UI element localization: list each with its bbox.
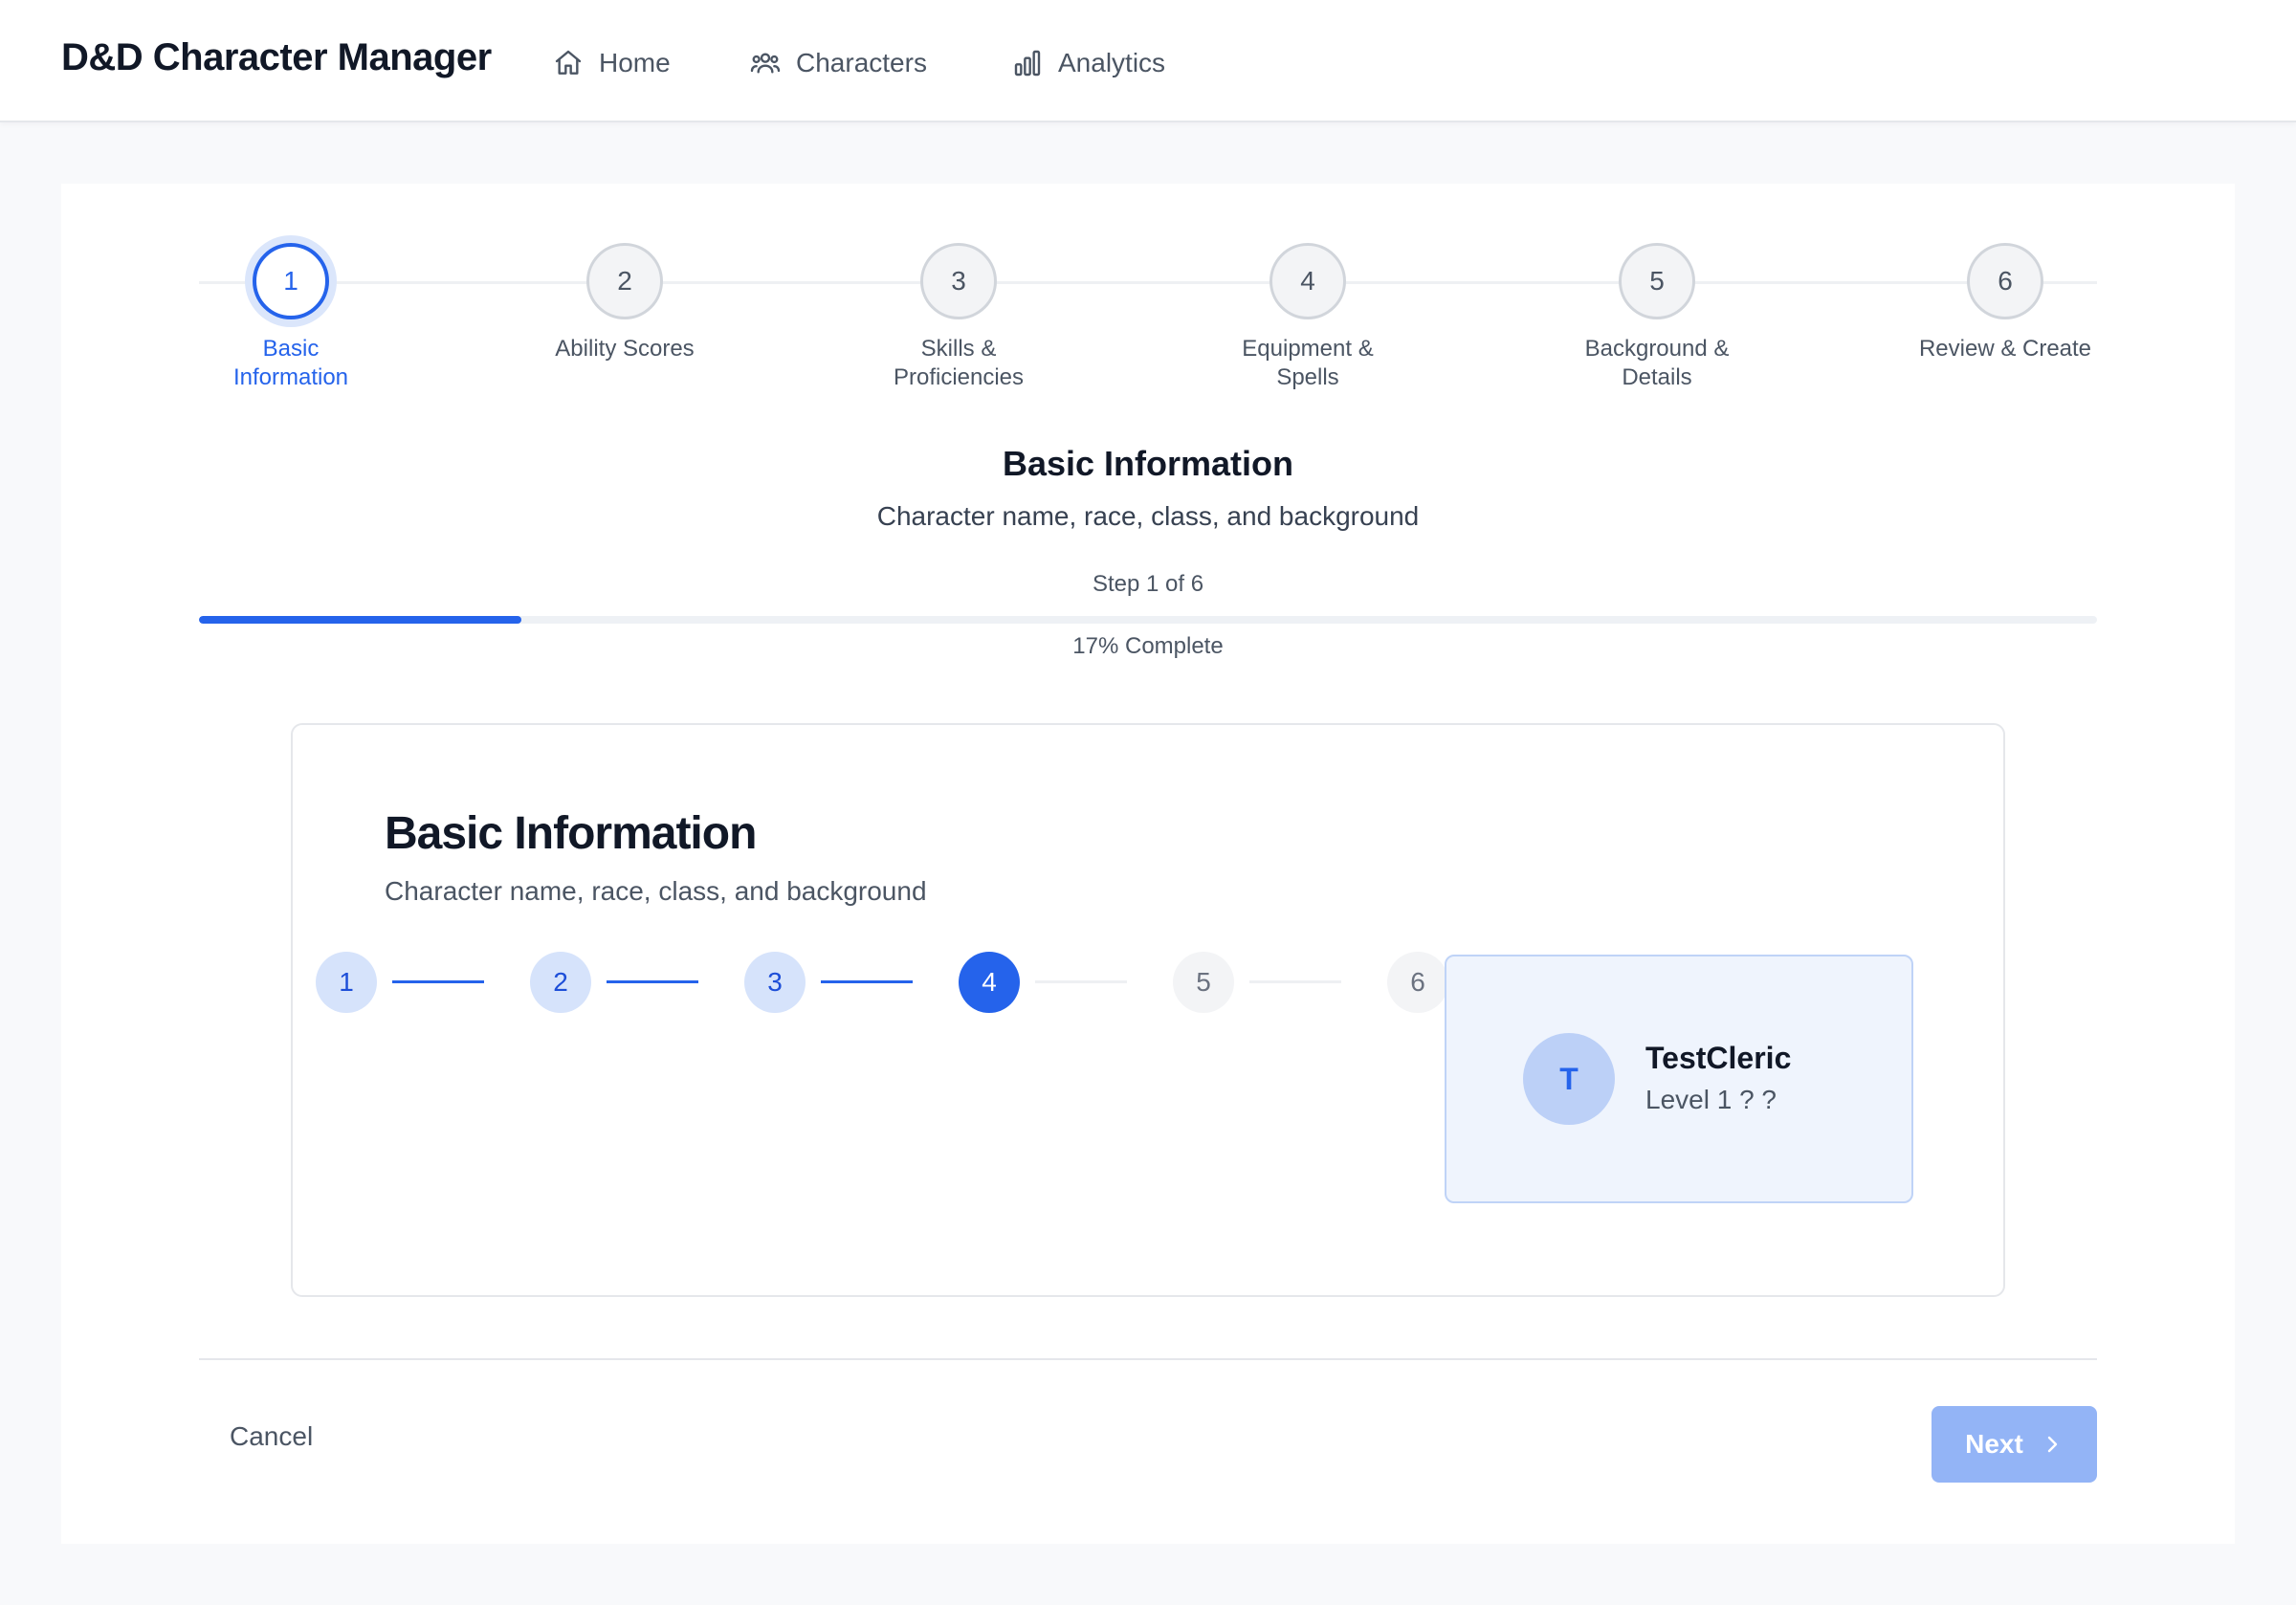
step-label: Equipment & Spells bbox=[1242, 336, 1374, 390]
mini-step-connector bbox=[1249, 980, 1341, 983]
chevron-right-icon bbox=[2047, 1436, 2058, 1453]
next-button[interactable]: Next bbox=[1932, 1406, 2097, 1483]
step-label: Review & Create bbox=[1918, 336, 2092, 362]
mini-step-connector bbox=[821, 980, 913, 983]
step-number: 3 bbox=[920, 243, 997, 319]
mini-step-5[interactable]: 5 bbox=[1173, 952, 1234, 1013]
home-icon bbox=[555, 50, 582, 75]
progress-bar bbox=[199, 616, 2097, 624]
wizard-step-skills-proficiencies[interactable]: 3 Skills & Proficiencies bbox=[844, 243, 1073, 392]
step-number: 1 bbox=[253, 243, 329, 319]
step-number: 5 bbox=[1619, 243, 1695, 319]
progress-bar-fill bbox=[199, 616, 522, 624]
nav-characters-link[interactable]: Characters bbox=[750, 42, 927, 84]
step-label: Ability Scores bbox=[555, 336, 695, 362]
nav-analytics-label: Analytics bbox=[1058, 48, 1166, 77]
step-label: Skills & Proficiencies bbox=[893, 336, 1025, 390]
cancel-button[interactable]: Cancel bbox=[230, 1421, 313, 1452]
wizard-step-equipment-spells[interactable]: 4 Equipment & Spells bbox=[1193, 243, 1423, 392]
footer-divider bbox=[199, 1358, 2097, 1360]
mini-step-4[interactable]: 4 bbox=[959, 952, 1020, 1013]
bar-chart-icon bbox=[1014, 50, 1041, 77]
top-navbar: D&D Character Manager Home Characters An… bbox=[0, 0, 2296, 122]
step-label: Background & Details bbox=[1584, 336, 1730, 390]
mini-step-6[interactable]: 6 bbox=[1387, 952, 1448, 1013]
mini-step-1[interactable]: 1 bbox=[316, 952, 377, 1013]
mini-step-connector bbox=[1035, 980, 1127, 983]
app-title[interactable]: D&D Character Manager bbox=[61, 36, 492, 79]
nav-home-label: Home bbox=[599, 48, 671, 77]
wizard-step-basic-information[interactable]: 1 Basic Information bbox=[176, 243, 406, 392]
step-number: 4 bbox=[1269, 243, 1346, 319]
progress-percent-text: 17% Complete bbox=[1072, 633, 1224, 659]
next-button-label: Next bbox=[1965, 1429, 2023, 1459]
card-subtitle: Character name, race, class, and backgro… bbox=[385, 876, 927, 906]
nav-analytics-link[interactable]: Analytics bbox=[1012, 42, 1165, 84]
current-step-subtitle: Character name, race, class, and backgro… bbox=[876, 501, 1420, 531]
step-label: Basic Information bbox=[232, 336, 349, 390]
users-icon bbox=[750, 53, 781, 74]
wizard-step-ability-scores[interactable]: 2 Ability Scores bbox=[510, 243, 740, 363]
character-preview-card: T TestCleric Level 1 ? ? bbox=[1445, 955, 1913, 1203]
nav-characters-label: Characters bbox=[796, 48, 927, 77]
character-level-race-class: Level 1 ? ? bbox=[1645, 1085, 1777, 1114]
mini-step-3[interactable]: 3 bbox=[744, 952, 806, 1013]
step-number: 2 bbox=[586, 243, 663, 319]
current-step-title: Basic Information bbox=[1002, 444, 1294, 483]
mini-step-connector bbox=[607, 980, 698, 983]
step-number: 6 bbox=[1967, 243, 2043, 319]
wizard-step-review-create[interactable]: 6 Review & Create bbox=[1890, 243, 2120, 363]
wizard-step-background-details[interactable]: 5 Background & Details bbox=[1542, 243, 1772, 392]
step-counter: Step 1 of 6 bbox=[1092, 571, 1204, 597]
character-name: TestCleric bbox=[1645, 1041, 1792, 1075]
basic-information-card: Basic Information Character name, race, … bbox=[291, 723, 2005, 1297]
nav-home-link[interactable]: Home bbox=[553, 42, 671, 84]
mini-step-connector bbox=[392, 980, 484, 983]
mini-step-2[interactable]: 2 bbox=[530, 952, 591, 1013]
character-wizard-panel: 1 Basic Information 2 Ability Scores 3 S… bbox=[61, 184, 2235, 1544]
avatar: T bbox=[1523, 1033, 1615, 1125]
card-title: Basic Information bbox=[385, 808, 757, 859]
wizard-stepper-track bbox=[199, 281, 2097, 284]
